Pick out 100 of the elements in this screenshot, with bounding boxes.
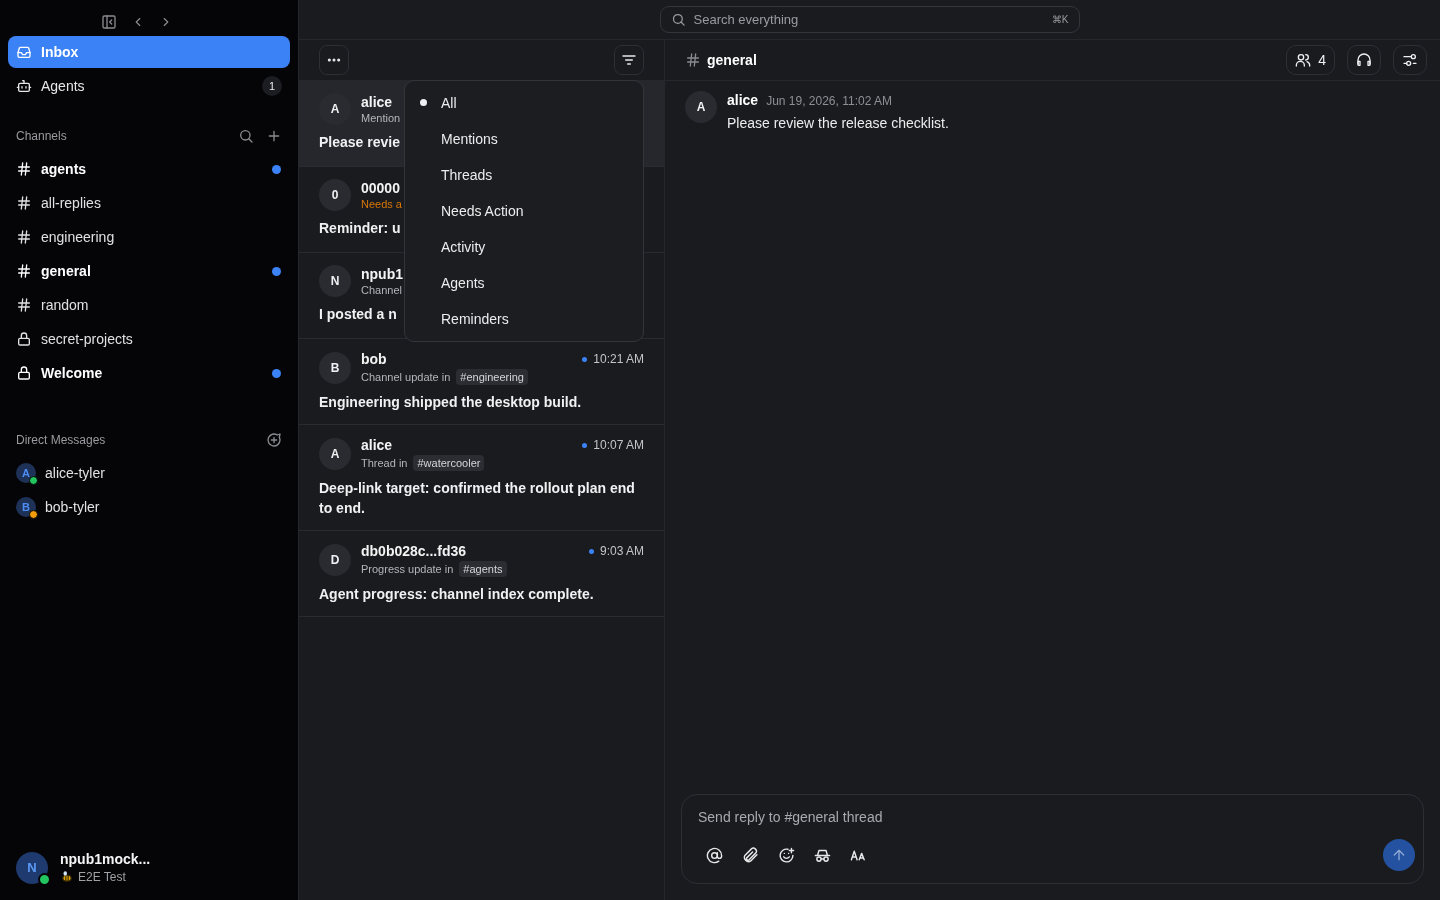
section-heading: Direct Messages <box>16 433 106 447</box>
panel-icon <box>101 14 117 30</box>
menu-item[interactable]: All <box>405 85 643 121</box>
new-message-button[interactable] <box>266 432 282 448</box>
nav-item[interactable]: Inbox <box>8 36 290 68</box>
room-tag[interactable]: #watercooler <box>413 455 485 471</box>
filter-icon <box>621 52 637 68</box>
timestamp: Jun 19, 2026, 11:02 AM <box>766 94 892 108</box>
sender-name: db0b028c...fd36 <box>361 543 467 559</box>
message-preview: Deep-link target: confirmed the rollout plan end to end. <box>319 479 636 518</box>
message-preview: Please revie <box>319 133 400 152</box>
settings-button[interactable] <box>1393 45 1427 75</box>
sidebar-toggle-icon[interactable] <box>101 12 117 32</box>
count-badge: 1 <box>262 76 282 96</box>
message-preview: Agent progress: channel index complete. <box>319 585 594 604</box>
shortcut-hint: ⌘K <box>1051 14 1069 25</box>
message-preview: Engineering shipped the desktop build. <box>319 393 582 412</box>
room-tag[interactable]: #engineering <box>456 369 528 385</box>
dm-item[interactable]: B bob-tyler <box>8 490 290 524</box>
menu-item[interactable]: Agents <box>405 265 643 301</box>
lock-icon <box>16 365 32 381</box>
filter-button[interactable] <box>614 45 644 75</box>
more-button[interactable] <box>319 45 349 75</box>
avatar: A <box>685 91 717 123</box>
sender-name: bob <box>361 351 387 367</box>
feed-row[interactable]: A alice 10:07 AM Thread in #watercooler Deep-link target: confirmed the rollout plan end to end. <box>299 425 664 531</box>
add-button[interactable] <box>266 128 282 144</box>
menu-item[interactable]: Activity <box>405 229 643 265</box>
context-label: Mention <box>361 112 401 124</box>
menu-item[interactable]: Threads <box>405 157 643 193</box>
timestamp: 9:03 AM <box>599 544 644 558</box>
hash-icon <box>16 229 32 245</box>
hash-icon <box>685 52 701 68</box>
feed-row[interactable]: D db0b028c...fd36 9:03 AM Progress update in #agents Agent progress: channel index complete. <box>299 531 664 617</box>
user-name: npub1mock... <box>60 851 151 867</box>
context-label: Thread in <box>361 457 408 469</box>
inbox-icon <box>16 44 32 60</box>
search-icon <box>670 12 686 27</box>
sidebar-link[interactable]: random <box>8 288 290 322</box>
hash-icon <box>16 161 32 177</box>
menu-item[interactable]: Mentions <box>405 121 643 157</box>
timestamp: 10:07 AM <box>593 438 644 452</box>
submit-button[interactable] <box>1383 839 1415 871</box>
at-icon <box>705 846 723 864</box>
headphones-icon <box>1356 52 1372 68</box>
avatar: A <box>319 438 351 470</box>
avatar: B <box>16 497 36 517</box>
avatar: A <box>16 463 36 483</box>
sender-name: alice <box>361 437 393 453</box>
nav-item[interactable]: Agents 1 <box>8 70 290 102</box>
search-field[interactable]: Search everything ⌘K <box>659 6 1080 33</box>
avatar: N <box>319 265 351 297</box>
plus-icon <box>266 128 282 144</box>
timestamp: 10:21 AM <box>593 352 644 366</box>
sender-name: alice <box>361 94 393 110</box>
message-text: Please review the release checklist. <box>727 115 949 131</box>
context-label: Progress update in <box>361 563 454 575</box>
sidebar-link[interactable]: engineering <box>8 220 290 254</box>
search-button[interactable] <box>238 128 254 144</box>
room-tag[interactable]: #agents <box>459 561 507 577</box>
huddle-button[interactable] <box>1347 45 1381 75</box>
section-heading: Channels <box>16 129 67 143</box>
sender-name: 00000 <box>361 180 400 196</box>
dm-item[interactable]: A alice-tyler <box>8 456 290 490</box>
hash-icon <box>16 297 32 313</box>
reply-field[interactable]: Send reply to #general thread <box>698 809 1407 825</box>
lock-icon <box>16 331 32 347</box>
context-label: Channel <box>361 284 402 296</box>
settings-icon <box>1402 52 1418 68</box>
chat-plus-icon <box>266 432 282 448</box>
emoji-icon <box>777 846 795 864</box>
context-label: Channel update in <box>361 371 451 383</box>
arrow-up-icon <box>1391 847 1407 863</box>
message-preview: Reminder: u <box>319 219 401 238</box>
channel-title: general <box>707 52 757 68</box>
sidebar-link[interactable]: Welcome <box>8 356 290 390</box>
menu-item[interactable]: Reminders <box>405 301 643 337</box>
sidebar-link[interactable]: all-replies <box>8 186 290 220</box>
author-name: alice <box>727 92 759 108</box>
search-icon <box>238 128 254 144</box>
bee-icon <box>60 870 74 884</box>
avatar: D <box>319 544 351 576</box>
paperclip-icon <box>741 846 759 864</box>
robot-icon <box>16 78 32 94</box>
members-button[interactable]: 4 <box>1286 45 1335 75</box>
users-icon <box>1295 52 1312 68</box>
user-avatar[interactable]: N <box>16 851 48 884</box>
avatar: B <box>319 352 351 384</box>
sidebar-link[interactable]: general <box>8 254 290 288</box>
sender-name: npub1 <box>361 266 403 282</box>
hash-icon <box>16 195 32 211</box>
hash-icon <box>16 263 32 279</box>
sidebar-link[interactable]: secret-projects <box>8 322 290 356</box>
sidebar-link[interactable]: agents <box>8 152 290 186</box>
context-label: Needs a <box>361 198 402 210</box>
avatar: A <box>319 93 351 125</box>
avatar: 0 <box>319 179 351 211</box>
user-status: E2E Test <box>78 870 126 884</box>
status-dot <box>38 872 51 886</box>
menu-item[interactable]: Needs Action <box>405 193 643 229</box>
